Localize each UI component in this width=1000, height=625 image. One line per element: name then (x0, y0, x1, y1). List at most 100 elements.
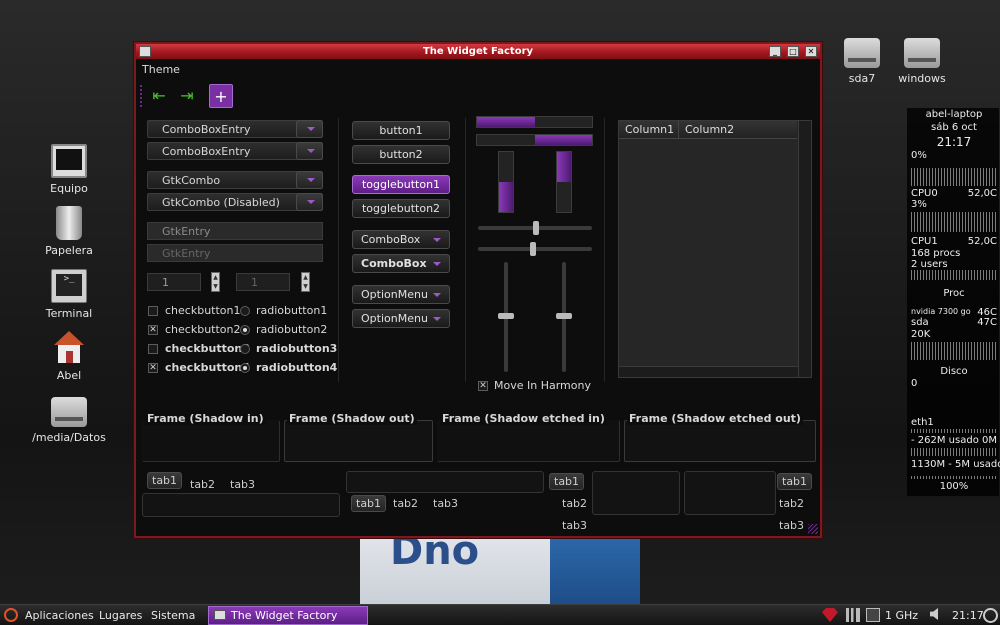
menu-applications[interactable]: Aplicaciones (25, 609, 94, 622)
tab-2[interactable]: tab2 (393, 497, 418, 510)
harmony-label: Move In Harmony (494, 379, 591, 392)
window-menu-icon[interactable] (139, 46, 151, 57)
tree-view[interactable]: Column1 Column2 (618, 120, 812, 378)
checkbutton2-label: checkbutton2 (165, 323, 241, 336)
ruby-icon[interactable] (822, 608, 838, 622)
conky-proc-title: Proc (943, 288, 965, 299)
progress-fill-h1 (477, 117, 535, 127)
checkbox-2[interactable]: ✕ (148, 325, 158, 335)
window-icon (214, 610, 226, 620)
tab-2[interactable]: tab2 (190, 478, 215, 491)
hscale-1[interactable] (478, 221, 592, 235)
menu-system[interactable]: Sistema (151, 609, 195, 622)
resize-grip[interactable] (808, 524, 818, 534)
tab-3[interactable]: tab3 (562, 519, 587, 532)
togglebutton2[interactable]: togglebutton2 (352, 199, 450, 218)
widget-factory-window: The Widget Factory _ □ ✕ Theme ⇤ ⇥ + Com… (134, 42, 822, 538)
desktop-icon-datos[interactable]: /media/Datos (29, 393, 109, 444)
radio-2[interactable] (240, 325, 250, 335)
button2[interactable]: button2 (352, 145, 450, 164)
conky-eth: eth1 (911, 417, 934, 428)
vscale-1[interactable] (498, 262, 514, 372)
column1-header[interactable]: Column1 (625, 123, 674, 136)
menu-places[interactable]: Lugares (99, 609, 142, 622)
clock[interactable]: 21:17 (952, 609, 984, 622)
gtkentry-1[interactable]: GtkEntry (147, 222, 323, 240)
chevron-down-icon[interactable] (296, 171, 323, 189)
tab-1[interactable]: tab1 (351, 495, 387, 512)
vscale-knob[interactable] (498, 313, 514, 319)
entry-value: GtkEntry (162, 247, 211, 260)
taskbar-widget-factory[interactable]: The Widget Factory (208, 606, 368, 625)
optionmenu-1[interactable]: OptionMenu (352, 285, 450, 304)
frame-label: Frame (Shadow etched in) (440, 412, 607, 425)
minimize-icon[interactable]: _ (769, 46, 781, 57)
harmony-checkbox[interactable]: ✕ (478, 381, 488, 391)
vscale-knob[interactable] (556, 313, 572, 319)
go-last-icon[interactable]: ⇥ (175, 84, 199, 108)
chevron-down-icon[interactable] (296, 142, 323, 160)
tree-vertical-scrollbar[interactable] (798, 121, 811, 377)
ubuntu-logo-icon[interactable] (4, 608, 18, 622)
chevron-down-icon[interactable] (296, 120, 323, 138)
radio-4[interactable] (240, 363, 250, 373)
power-icon[interactable] (983, 608, 998, 623)
conky-mem1: - 262M usado 0M s (911, 435, 1000, 446)
checkbutton3-label: checkbutton3 (165, 342, 250, 355)
desktop-icon-abel[interactable]: Abel (29, 331, 109, 382)
optionmenu-2[interactable]: OptionMenu (352, 309, 450, 328)
gtkcombo[interactable]: GtkCombo (147, 171, 323, 189)
radiobutton3-label: radiobutton3 (256, 342, 338, 355)
tab-2[interactable]: tab2 (562, 497, 587, 510)
combobox-2[interactable]: ComboBox (352, 254, 450, 273)
comboboxentry-1[interactable]: ComboBoxEntry (147, 120, 323, 138)
column2-header[interactable]: Column2 (685, 123, 734, 136)
add-button[interactable]: + (209, 84, 233, 108)
comboboxentry-2[interactable]: ComboBoxEntry (147, 142, 323, 160)
desktop-icon-equipo[interactable]: Equipo (29, 144, 109, 195)
desktop-icon-terminal[interactable]: Terminal (29, 269, 109, 320)
button1[interactable]: button1 (352, 121, 450, 140)
checkbox-3[interactable] (148, 344, 158, 354)
radio-3[interactable] (240, 344, 250, 354)
conky-procs: 168 procs (911, 248, 961, 259)
desktop-icon-papelera[interactable]: Papelera (29, 206, 109, 257)
checkbox-1[interactable] (148, 306, 158, 316)
network-signal-icon[interactable] (846, 608, 860, 622)
tab-1[interactable]: tab1 (147, 472, 183, 489)
hscale-2[interactable] (478, 242, 592, 256)
conky-cpu1-temp: 52,0C (967, 236, 997, 247)
radio-1[interactable] (240, 306, 250, 316)
spin-arrows-icon[interactable]: ▲ ▼ (211, 272, 220, 292)
window-titlebar[interactable]: The Widget Factory _ □ ✕ (136, 44, 820, 59)
chevron-down-icon (296, 193, 323, 211)
menu-theme[interactable]: Theme (142, 63, 180, 76)
tab-1[interactable]: tab1 (549, 473, 585, 490)
desktop-icon-label: Terminal (45, 307, 93, 320)
desktop-icon-windows[interactable]: windows (882, 34, 962, 85)
go-first-icon[interactable]: ⇤ (147, 84, 171, 108)
combobox-1[interactable]: ComboBox (352, 230, 450, 249)
cpu-freq-icon[interactable] (866, 608, 880, 622)
tab-1[interactable]: tab1 (777, 473, 813, 490)
proc-graph (911, 270, 997, 280)
hscale-knob[interactable] (530, 242, 536, 256)
drive-icon (51, 397, 87, 427)
tab-3[interactable]: tab3 (433, 497, 458, 510)
spinbutton-1[interactable]: 1 (147, 273, 201, 291)
vscale-2[interactable] (556, 262, 572, 372)
volume-icon[interactable] (930, 608, 938, 620)
checkbox-4[interactable]: ✕ (148, 363, 158, 373)
tree-horizontal-scrollbar[interactable] (619, 366, 798, 377)
maximize-icon[interactable]: □ (787, 46, 799, 57)
tab-3[interactable]: tab3 (230, 478, 255, 491)
togglebutton1[interactable]: togglebutton1 (352, 175, 450, 194)
toolbar-handle[interactable] (140, 85, 142, 107)
terminal-icon (51, 269, 87, 303)
tab-2[interactable]: tab2 (779, 497, 804, 510)
mem-graph (911, 448, 997, 456)
tab-3[interactable]: tab3 (779, 519, 804, 532)
close-icon[interactable]: ✕ (805, 46, 817, 57)
drive-icon (844, 38, 880, 68)
hscale-knob[interactable] (533, 221, 539, 235)
